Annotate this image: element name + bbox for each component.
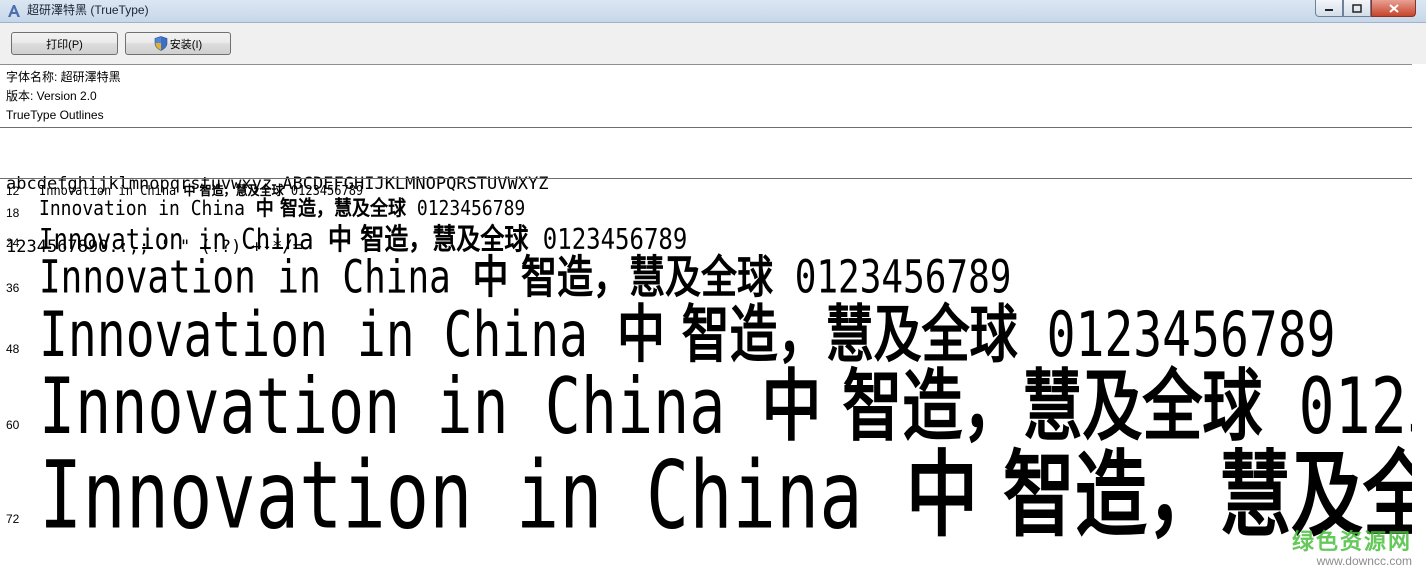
size-label: 48 — [6, 342, 20, 356]
sample-text: Innovation in China 中 智造，慧及全球 0123456789 — [39, 255, 1011, 301]
maximize-button[interactable] — [1343, 0, 1371, 17]
size-label: 36 — [6, 281, 20, 295]
minimize-icon — [1325, 9, 1333, 11]
sample-latin: Innovation in China — [39, 196, 256, 221]
divider — [0, 178, 1426, 179]
sample-digits: 0123456789 — [773, 252, 1012, 304]
size-row: 24 Innovation in China 中 智造，慧及全球 0123456… — [0, 225, 1426, 254]
sample-text: Innovation in China 中 智造，慧及全球 0123456789 — [39, 448, 1426, 542]
sample-digits: 0123456789 — [1298, 361, 1426, 453]
minimize-button[interactable] — [1315, 0, 1343, 17]
watermark: 绿色资源网 www.downcc.com — [1291, 529, 1412, 569]
size-row: 72 Innovation in China 中 智造，慧及全球 0123456… — [0, 448, 1426, 542]
sample-cjk: 中 智造，慧及全球 — [472, 252, 774, 304]
size-label: 18 — [6, 206, 20, 220]
print-button[interactable]: 打印(P) — [11, 32, 118, 55]
maximize-icon — [1352, 3, 1362, 13]
window-title: 超研澤特黑 (TrueType) — [27, 3, 149, 17]
size-row: 36 Innovation in China 中 智造，慧及全球 0123456… — [0, 255, 1426, 300]
sample-cjk: 中 智造，慧及全球 — [761, 361, 1263, 453]
sample-latin: Innovation in China — [39, 222, 328, 257]
install-button-label: 安装(I) — [169, 38, 203, 51]
window-controls — [1315, 0, 1416, 18]
sample-digits: 0123456789 — [406, 196, 526, 221]
close-button[interactable] — [1371, 0, 1416, 17]
size-row: 12 Innovation in China 中 智造，慧及全球 0123456… — [0, 184, 1426, 197]
sample-latin: Innovation in China — [39, 361, 762, 453]
size-label: 12 — [6, 184, 20, 198]
outline-type-line: TrueType Outlines — [6, 108, 104, 123]
size-label: 60 — [6, 418, 20, 432]
watermark-brand: 绿色资源网 — [1291, 529, 1412, 554]
close-icon — [1388, 3, 1399, 13]
sample-latin: Innovation in China — [39, 252, 473, 304]
install-button[interactable]: 安装(I) — [125, 32, 231, 55]
size-label: 24 — [6, 236, 20, 250]
sample-latin: Innovation in China — [39, 440, 906, 550]
font-app-icon — [8, 5, 20, 17]
vertical-scrollbar[interactable] — [1412, 64, 1426, 582]
watermark-url: www.downcc.com — [1316, 554, 1412, 568]
toolbar: 打印(P) 安装(I) — [0, 23, 1426, 65]
print-button-label: 打印(P) — [46, 38, 83, 51]
title-bar[interactable]: 超研澤特黑 (TrueType) — [0, 0, 1426, 23]
size-label: 72 — [6, 512, 20, 526]
font-name-line: 字体名称: 超研澤特黑 — [6, 70, 121, 84]
sample-text: Innovation in China 中 智造，慧及全球 0123456789 — [39, 184, 363, 197]
size-row: 60 Innovation in China 中 智造，慧及全球 0123456… — [0, 368, 1426, 446]
font-info: 字体名称: 超研澤特黑 版本: Version 2.0 TrueType Out… — [6, 68, 121, 126]
uac-shield-icon — [154, 36, 168, 51]
sample-text: Innovation in China 中 智造，慧及全球 0123456789 — [39, 225, 687, 254]
size-row: 48 Innovation in China 中 智造，慧及全球 0123456… — [0, 304, 1426, 366]
sample-text: Innovation in China 中 智造，慧及全球 0123456789 — [39, 368, 1426, 446]
divider — [0, 127, 1426, 128]
sample-text: Innovation in China 中 智造，慧及全球 0123456789 — [39, 304, 1336, 366]
sample-text: Innovation in China 中 智造，慧及全球 0123456789 — [39, 196, 526, 221]
sample-cjk: 中 智造，慧及全球 — [255, 196, 407, 221]
size-row: 18 Innovation in China 中 智造，慧及全球 0123456… — [0, 198, 1426, 219]
sample-digits: 0123456789 — [528, 222, 688, 257]
sample-cjk: 中 智造，慧及全球 — [327, 222, 529, 257]
version-line: 版本: Version 2.0 — [6, 89, 97, 104]
